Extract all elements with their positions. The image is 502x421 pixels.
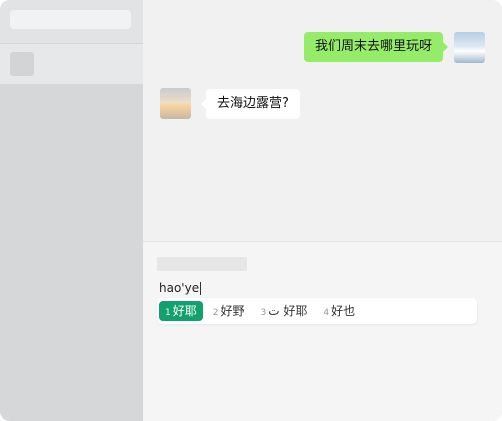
message-received-bubble: 去海边露营? [201,89,300,119]
input-toolbar [157,257,247,271]
ime-candidate-2[interactable]: 2 好野 [207,301,251,321]
message-sent-bubble: 我们周末去哪里玩呀 [303,32,449,62]
search-box-placeholder[interactable] [10,10,131,29]
ime-candidate-bar: 1 好耶 2 好野 3 ت 好耶 4 好也 [157,298,477,324]
chat-panel: 我们周末去哪里玩呀 去海边露营? hao'ye 1 好耶 2 好野 3 ت 好耶… [143,0,502,421]
ime-candidate-3[interactable]: 3 ت 好耶 [255,301,314,321]
text-caret [200,281,202,295]
candidate-text: ت 好耶 [268,304,308,318]
ime-candidate-4[interactable]: 4 好也 [317,301,361,321]
candidate-number: 3 [260,308,267,318]
candidate-text: 好也 [331,304,356,318]
contact-avatar[interactable] [160,88,191,119]
compose-text[interactable]: hao'ye [159,280,202,296]
candidate-text: 好野 [220,304,245,318]
compose-value: hao'ye [159,281,200,295]
conversation-avatar [10,52,34,76]
candidate-number: 4 [323,308,330,318]
candidate-number: 2 [212,308,219,318]
candidate-number: 1 [165,308,171,318]
message-input-area[interactable]: hao'ye 1 好耶 2 好野 3 ت 好耶 4 好也 [143,242,502,421]
my-avatar[interactable] [454,32,485,63]
ime-candidate-1[interactable]: 1 好耶 [159,301,203,321]
sidebar [0,0,143,421]
candidate-text: 好耶 [172,304,197,318]
app-window: 我们周末去哪里玩呀 去海边露营? hao'ye 1 好耶 2 好野 3 ت 好耶… [0,0,502,421]
